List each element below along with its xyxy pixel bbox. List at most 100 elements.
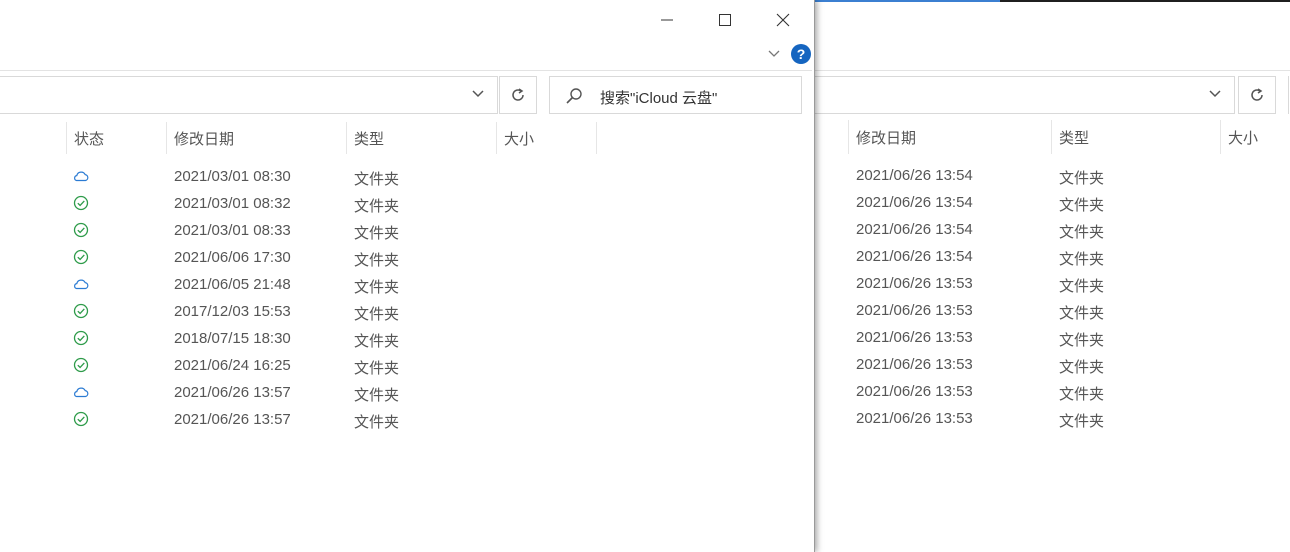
file-row[interactable]: 2021/06/26 13:54 文件夹: [815, 217, 1290, 244]
item-type: 文件夹: [354, 306, 400, 323]
modified-date: 2021/06/26 13:54: [856, 248, 973, 265]
file-row[interactable]: 2021/06/24 16:25 文件夹: [0, 352, 812, 379]
title-accent-right: [815, 0, 1000, 2]
item-type: 文件夹: [354, 414, 400, 431]
cloud-icon: [72, 276, 90, 292]
maximize-button[interactable]: [696, 2, 754, 38]
refresh-button[interactable]: [499, 76, 537, 114]
synced-check-icon: [72, 222, 90, 238]
synced-check-icon: [72, 303, 90, 319]
file-row[interactable]: 2021/06/05 21:48 文件夹: [0, 271, 812, 298]
file-row[interactable]: 2021/06/26 13:57 文件夹: [0, 379, 812, 406]
file-row[interactable]: 2021/06/06 17:30 文件夹: [0, 244, 812, 271]
file-row[interactable]: 2021/06/26 13:54 文件夹: [815, 190, 1290, 217]
item-type: 文件夹: [1059, 332, 1105, 349]
file-row[interactable]: 2021/03/01 08:32 文件夹: [0, 190, 812, 217]
refresh-icon: [1251, 88, 1263, 101]
item-type: 文件夹: [1059, 251, 1105, 268]
column-header-modified[interactable]: 修改日期: [174, 120, 234, 156]
file-row[interactable]: 2021/06/26 13:53 文件夹: [815, 379, 1290, 406]
modified-date: 2021/06/26 13:54: [856, 194, 973, 211]
item-type: 文件夹: [354, 225, 400, 242]
help-icon: ?: [796, 46, 806, 62]
minimize-button[interactable]: [638, 2, 696, 38]
column-header-type[interactable]: 类型: [354, 120, 384, 156]
modified-date: 2021/06/26 13:53: [856, 302, 973, 319]
modified-date: 2021/06/05 21:48: [174, 276, 291, 293]
item-type: 文件夹: [354, 252, 400, 269]
file-row[interactable]: 2021/06/26 13:53 文件夹: [815, 406, 1290, 433]
close-button[interactable]: [754, 2, 812, 38]
file-row[interactable]: 2021/03/01 08:33 文件夹: [0, 217, 812, 244]
item-type: 文件夹: [354, 360, 400, 377]
modified-date: 2021/06/26 13:53: [856, 329, 973, 346]
close-icon: [776, 13, 790, 27]
item-type: 文件夹: [354, 333, 400, 350]
modified-date: 2021/03/01 08:33: [174, 222, 291, 239]
cloud-icon: [72, 168, 90, 184]
maximize-icon: [719, 14, 731, 26]
file-row[interactable]: 2021/06/26 13:53 文件夹: [815, 298, 1290, 325]
column-header-label: 大小: [1228, 129, 1259, 147]
column-divider[interactable]: [166, 122, 167, 154]
column-header-status[interactable]: 状态: [74, 120, 104, 156]
column-header-size[interactable]: 大小: [504, 120, 534, 156]
item-type: 文件夹: [354, 171, 400, 188]
modified-date: 2021/06/26 13:53: [856, 410, 973, 427]
item-type: 文件夹: [354, 198, 400, 215]
modified-date: 2021/06/24 16:25: [174, 357, 291, 374]
refresh-button[interactable]: [1238, 76, 1276, 114]
item-type: 文件夹: [354, 387, 400, 404]
item-type: 文件夹: [1059, 197, 1105, 214]
ribbon-divider: [0, 70, 812, 71]
synced-check-icon: [72, 411, 90, 427]
file-row[interactable]: 2021/06/26 13:57 文件夹: [0, 406, 812, 433]
modified-date: 2021/06/26 13:53: [856, 383, 973, 400]
column-divider[interactable]: [346, 122, 347, 154]
column-divider[interactable]: [596, 122, 597, 154]
column-header-label: 类型: [354, 130, 385, 148]
file-row[interactable]: 2021/06/26 13:54 文件夹: [815, 163, 1290, 190]
file-row[interactable]: 2021/03/01 08:30 文件夹: [0, 163, 812, 190]
column-header-type[interactable]: 类型: [1059, 118, 1089, 156]
column-header-label: 类型: [1059, 129, 1090, 147]
address-bar[interactable]: [0, 76, 498, 114]
column-divider[interactable]: [496, 122, 497, 154]
refresh-icon: [512, 88, 524, 101]
ribbon-divider: [815, 70, 1290, 71]
chevron-down-icon[interactable]: [1206, 85, 1224, 103]
modified-date: 2021/03/01 08:30: [174, 168, 291, 185]
column-divider[interactable]: [1051, 120, 1052, 154]
column-header-label: 大小: [504, 130, 535, 148]
help-button[interactable]: ?: [791, 44, 811, 64]
item-type: 文件夹: [1059, 305, 1105, 322]
modified-date: 2021/03/01 08:32: [174, 195, 291, 212]
search-input[interactable]: 搜索"iCloud 云盘": [549, 76, 802, 114]
file-row[interactable]: 2017/12/03 15:53 文件夹: [0, 298, 812, 325]
column-divider[interactable]: [1220, 120, 1221, 154]
file-row[interactable]: 2021/06/26 13:53 文件夹: [815, 325, 1290, 352]
synced-check-icon: [72, 357, 90, 373]
column-header-size[interactable]: 大小: [1228, 118, 1258, 156]
file-row[interactable]: 2021/06/26 13:53 文件夹: [815, 271, 1290, 298]
column-divider[interactable]: [66, 122, 67, 154]
ribbon-expand-chevron-icon[interactable]: [766, 46, 782, 62]
synced-check-icon: [72, 330, 90, 346]
item-type: 文件夹: [1059, 359, 1105, 376]
modified-date: 2021/06/26 13:54: [856, 221, 973, 238]
file-row[interactable]: 2021/06/26 13:54 文件夹: [815, 244, 1290, 271]
column-header-label: 修改日期: [856, 129, 917, 147]
column-divider[interactable]: [848, 120, 849, 154]
modified-date: 2021/06/26 13:53: [856, 356, 973, 373]
chevron-down-icon[interactable]: [469, 85, 487, 103]
file-row[interactable]: 2021/06/26 13:53 文件夹: [815, 352, 1290, 379]
column-header-modified[interactable]: 修改日期: [856, 118, 916, 156]
address-bar[interactable]: [815, 76, 1235, 114]
item-type: 文件夹: [354, 279, 400, 296]
cloud-icon: [72, 384, 90, 400]
modified-date: 2021/06/26 13:57: [174, 411, 291, 428]
modified-date: 2021/06/26 13:54: [856, 167, 973, 184]
item-type: 文件夹: [1059, 386, 1105, 403]
column-header-label: 修改日期: [174, 130, 235, 148]
file-row[interactable]: 2018/07/15 18:30 文件夹: [0, 325, 812, 352]
